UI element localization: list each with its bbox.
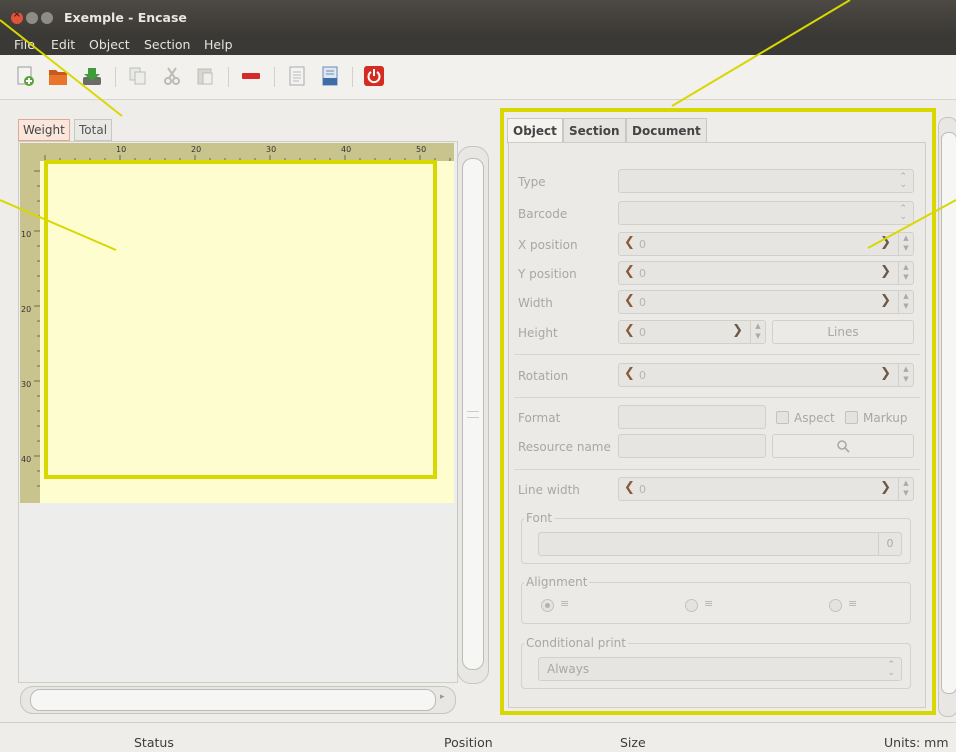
annotation-lines [0,0,956,251]
